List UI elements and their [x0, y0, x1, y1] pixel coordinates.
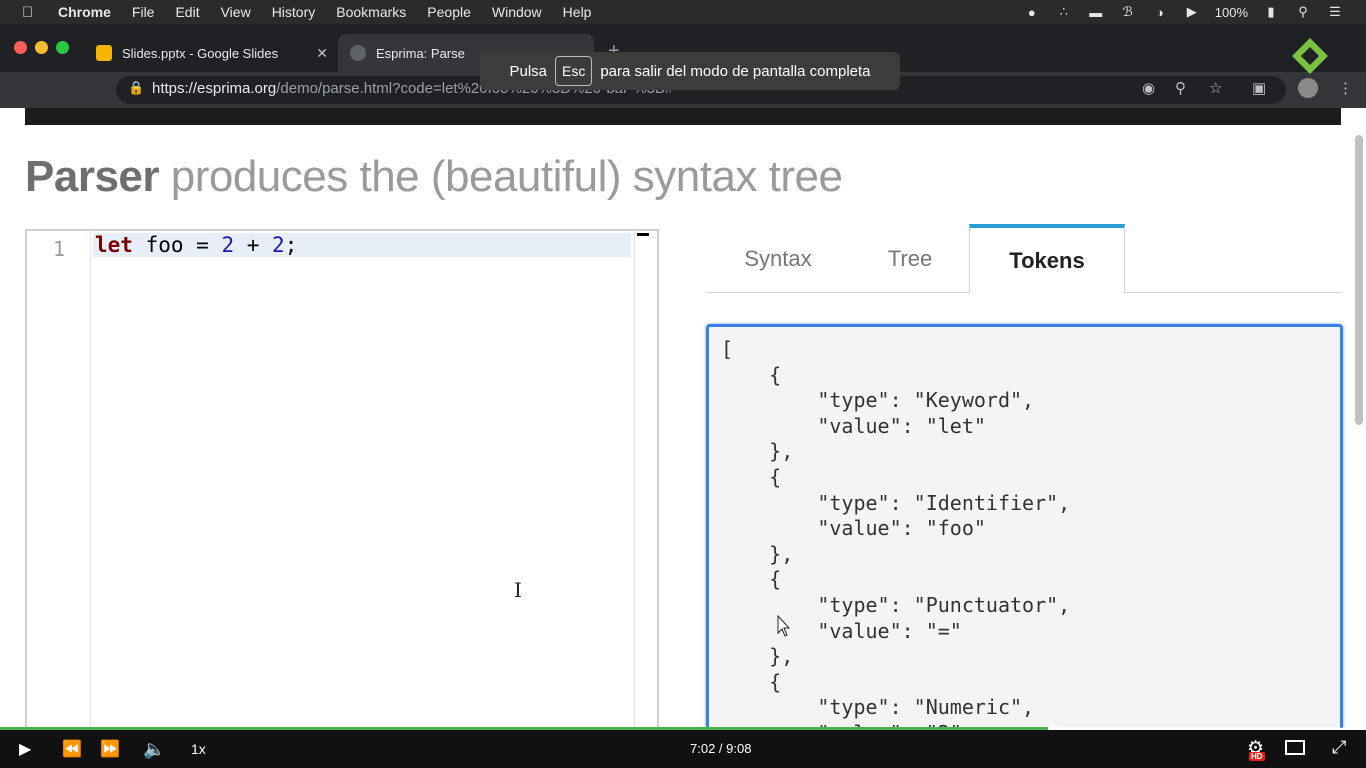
fullscreen-toast: Pulsa Esc para salir del modo de pantall… [480, 52, 900, 90]
toast-text-pre: Pulsa [509, 62, 547, 80]
code-editor[interactable]: 1 let foo = 2 + 2; [25, 229, 659, 728]
drop-icon[interactable]: ● [1023, 5, 1041, 20]
time-separator: / [715, 741, 727, 756]
menu-help[interactable]: Help [563, 4, 592, 20]
slides-favicon-icon [96, 45, 112, 61]
editor-scrollbar[interactable] [634, 231, 635, 728]
menu-history[interactable]: History [272, 4, 316, 20]
code-text: foo = [132, 233, 222, 257]
tab-tree[interactable]: Tree [850, 224, 970, 293]
tab-syntax[interactable]: Syntax [706, 224, 850, 293]
rewind-icon[interactable]: ⏪ [62, 739, 82, 759]
code-number: 2 [272, 233, 285, 257]
bookmark-star-icon[interactable]: ☆ [1209, 79, 1222, 97]
lock-icon: 🔒 [128, 80, 145, 95]
text-cursor-icon: I [514, 578, 522, 602]
total-time: 9:08 [726, 741, 752, 756]
menu-edit[interactable]: Edit [175, 4, 199, 20]
menu-window[interactable]: Window [492, 4, 542, 20]
extension-icon[interactable]: ▣ [1252, 79, 1266, 97]
menu-app-chrome[interactable]: Chrome [58, 4, 111, 20]
profile-avatar[interactable] [1298, 78, 1318, 98]
code-text: ; [284, 233, 298, 257]
battery-percent[interactable]: 100% [1215, 5, 1248, 20]
playback-speed-button[interactable]: 1x [191, 741, 206, 757]
menu-view[interactable]: View [221, 4, 251, 20]
cluster-icon[interactable]: ∴ [1055, 4, 1073, 20]
line-number: 1 [53, 237, 66, 261]
tab-tokens[interactable]: Tokens [969, 224, 1125, 294]
current-time: 7:02 [690, 741, 716, 756]
zoom-icon[interactable]: ⚲ [1175, 79, 1186, 97]
editor-scroll-thumb[interactable] [637, 233, 649, 236]
apple-menu-icon[interactable]:  [22, 4, 42, 21]
macos-menubar:  Chrome File Edit View History Bookmark… [0, 0, 1366, 24]
volume-icon[interactable]: ▶ [1183, 4, 1201, 20]
battery-icon[interactable]: ▮ [1262, 4, 1280, 20]
video-player-controls: ▶ ⏪ ⏩ 🔈 1x 7:02 / 9:08 ⚙ HD ⤢ [0, 730, 1366, 768]
url-domain: https://esprima.org [152, 80, 277, 97]
menu-kebab-icon[interactable]: ⋮ [1338, 79, 1353, 97]
line-number-gutter: 1 [27, 231, 91, 728]
tab-close-icon[interactable]: ✕ [316, 45, 328, 62]
mouse-pointer-icon [777, 615, 791, 637]
menu-file[interactable]: File [132, 4, 155, 20]
tab-title: Slides.pptx - Google Slides [122, 45, 279, 61]
minimize-window-button[interactable] [35, 41, 48, 54]
url-path: /demo/parse.html?code=l [276, 80, 446, 97]
tab-google-slides[interactable]: Slides.pptx - Google Slides ✕ [84, 34, 338, 72]
diamond-logo-icon [1292, 38, 1328, 74]
wifi-icon[interactable]: ◑ [1151, 5, 1169, 20]
toast-key: Esc [555, 56, 593, 86]
play-icon[interactable]: ▶ [19, 739, 31, 759]
globe-favicon-icon [350, 45, 366, 61]
page-content: Parser produces the (beautiful) syntax t… [0, 108, 1366, 728]
close-window-button[interactable] [14, 41, 27, 54]
tokens-output[interactable]: [ { "type": "Keyword", "value": "let" },… [706, 324, 1343, 728]
fast-forward-icon[interactable]: ⏩ [100, 739, 120, 759]
time-display: 7:02 / 9:08 [690, 741, 751, 756]
tab-title: Esprima: Parse [376, 45, 465, 61]
picture-in-picture-icon[interactable] [1285, 740, 1305, 755]
page-title: Parser produces the (beautiful) syntax t… [25, 152, 843, 202]
menu-people[interactable]: People [427, 4, 471, 20]
fullscreen-window-button[interactable] [56, 41, 69, 54]
tokens-json: [ { "type": "Keyword", "value": "let" },… [721, 337, 1071, 728]
site-header-bar [25, 108, 1341, 125]
volume-icon[interactable]: 🔈 [143, 739, 165, 760]
extension-status-icon[interactable]: ▬ [1087, 5, 1105, 20]
code-text: + [234, 233, 273, 257]
spotlight-search-icon[interactable]: ⚲ [1294, 4, 1312, 20]
code-line[interactable]: let foo = 2 + 2; [93, 233, 631, 257]
blocked-icon[interactable]: ◉ [1142, 79, 1155, 97]
notification-center-icon[interactable]: ☰ [1326, 4, 1344, 20]
page-scrollbar-thumb[interactable] [1355, 135, 1363, 425]
hd-badge: HD [1249, 752, 1265, 761]
bluetooth-icon[interactable]: ℬ [1119, 4, 1137, 20]
exit-fullscreen-icon[interactable]: ⤢ [1332, 737, 1346, 758]
code-keyword: let [95, 233, 133, 257]
toast-text-post: para salir del modo de pantalla completa [600, 62, 871, 80]
page-title-rest: produces the (beautiful) syntax tree [159, 152, 843, 201]
menu-bookmarks[interactable]: Bookmarks [336, 4, 406, 20]
code-number: 2 [221, 233, 235, 257]
output-tabs: Syntax Tree Tokens [706, 224, 1342, 294]
page-title-bold: Parser [25, 152, 160, 201]
